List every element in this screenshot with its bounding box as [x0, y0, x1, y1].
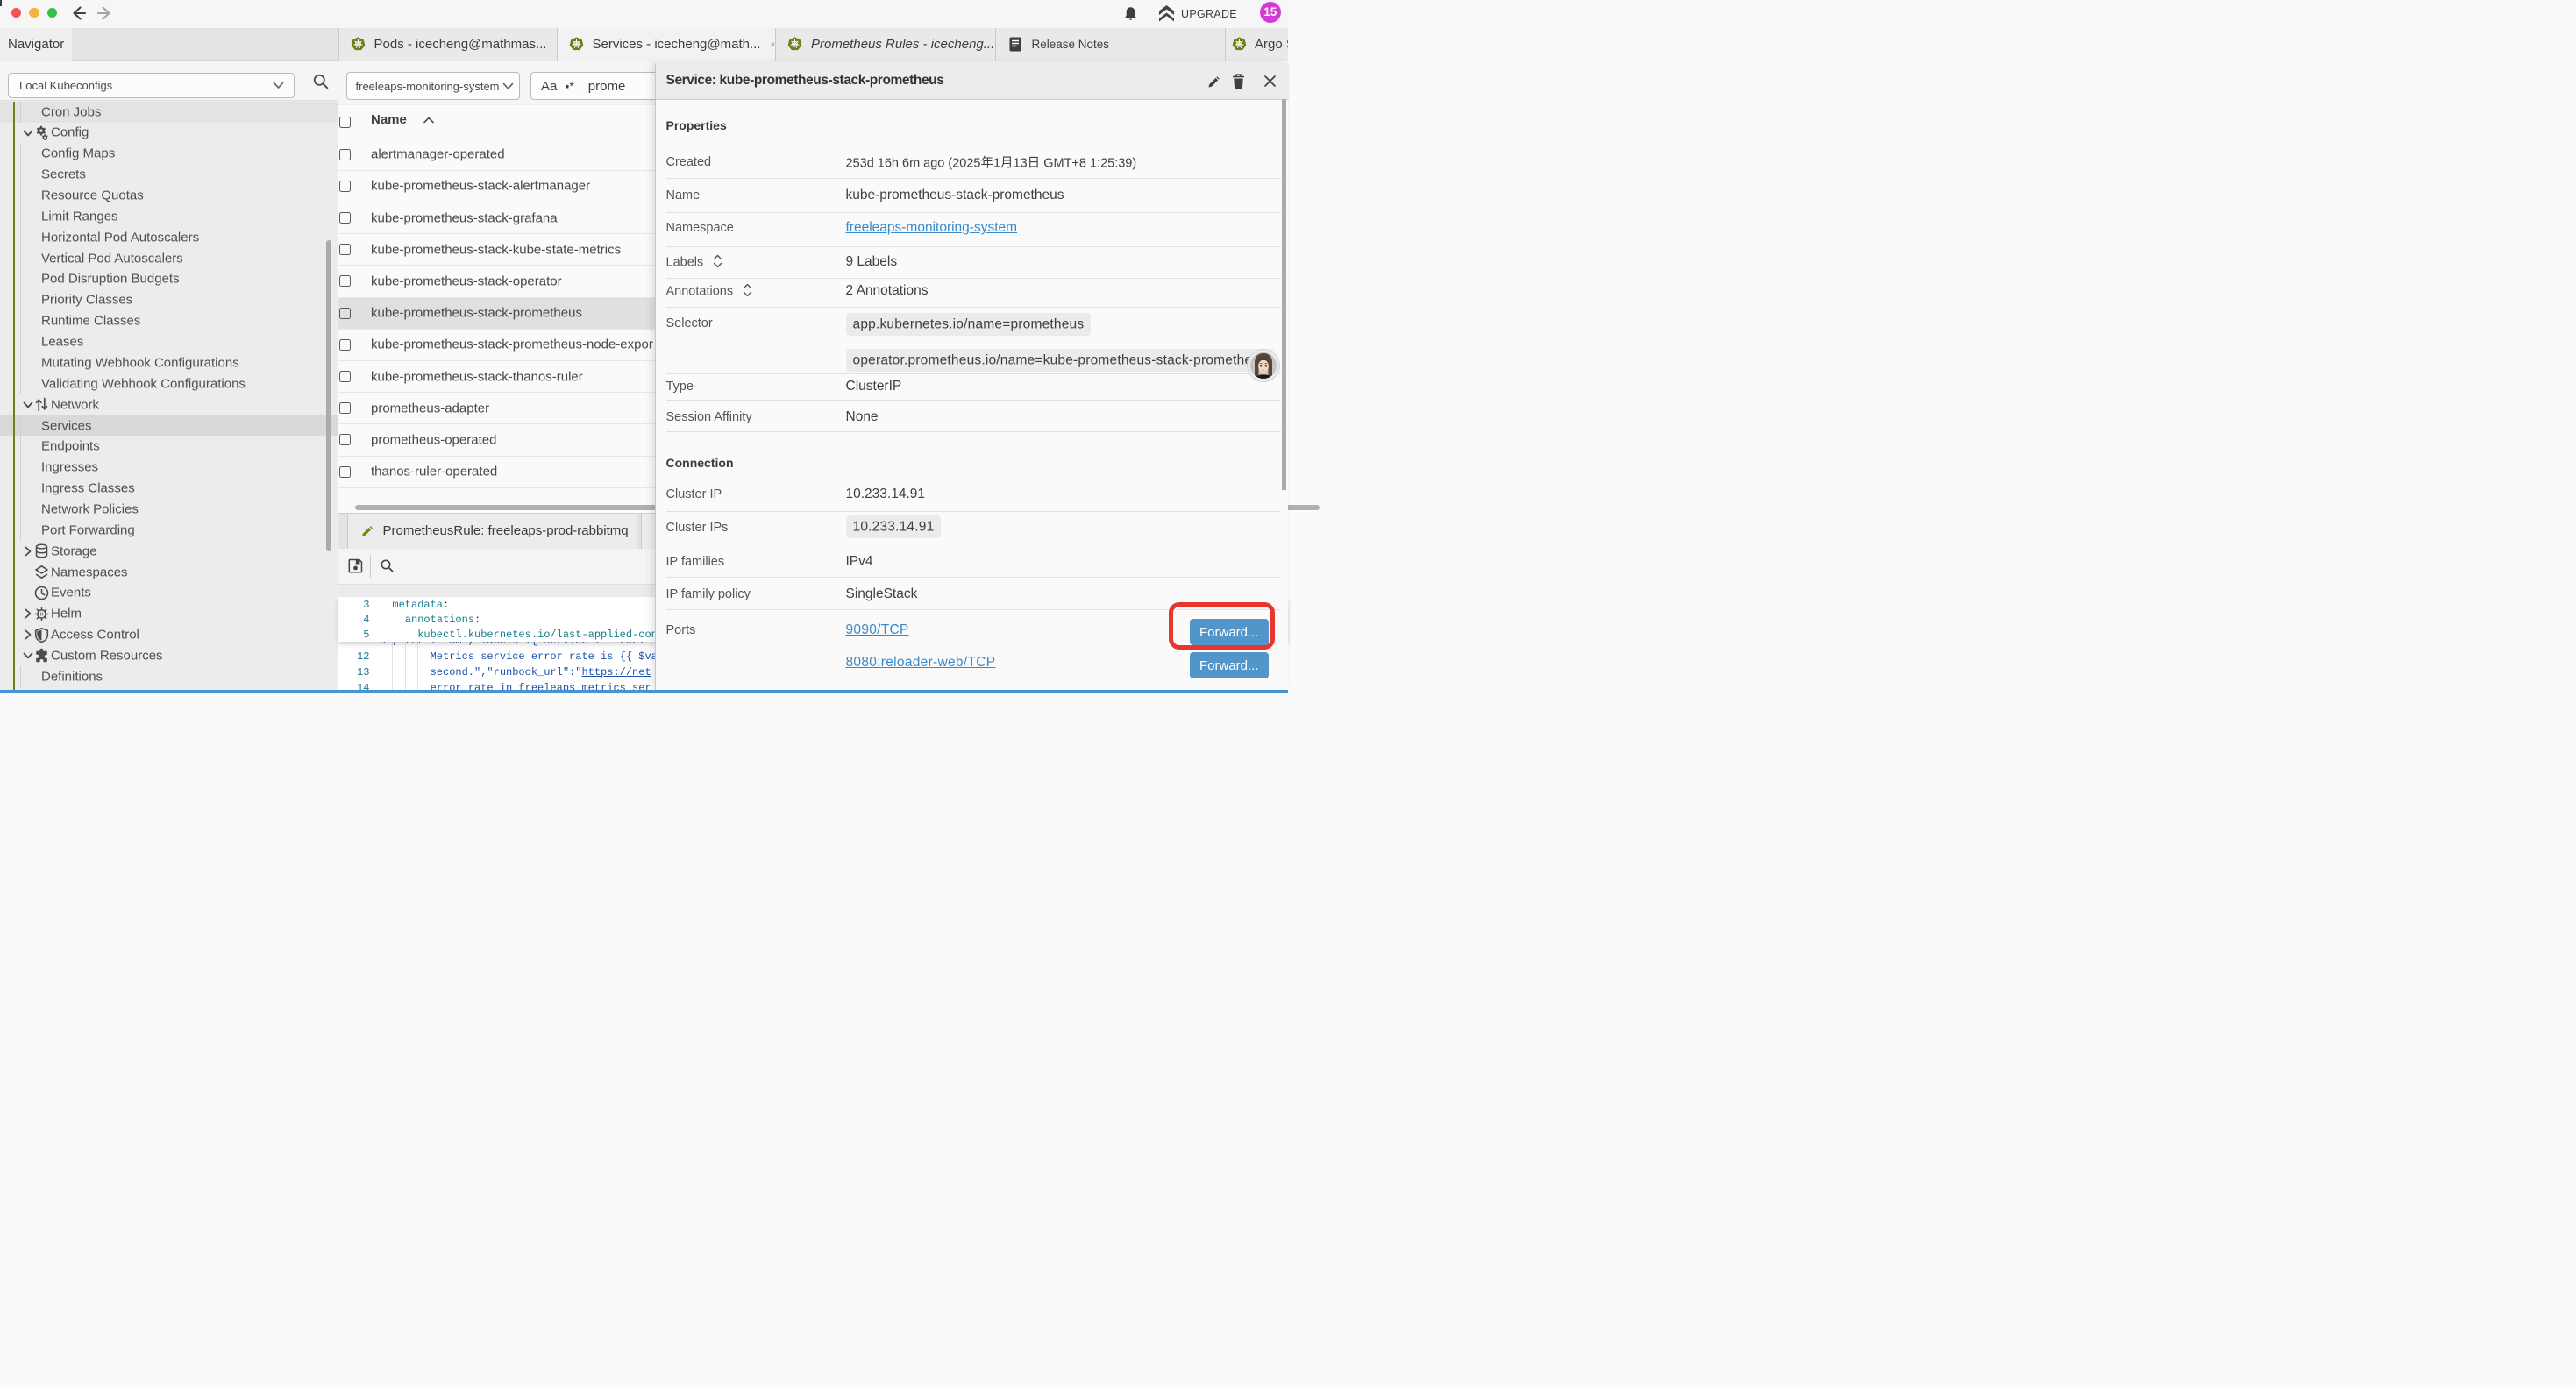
svg-text:H: H — [40, 612, 44, 617]
